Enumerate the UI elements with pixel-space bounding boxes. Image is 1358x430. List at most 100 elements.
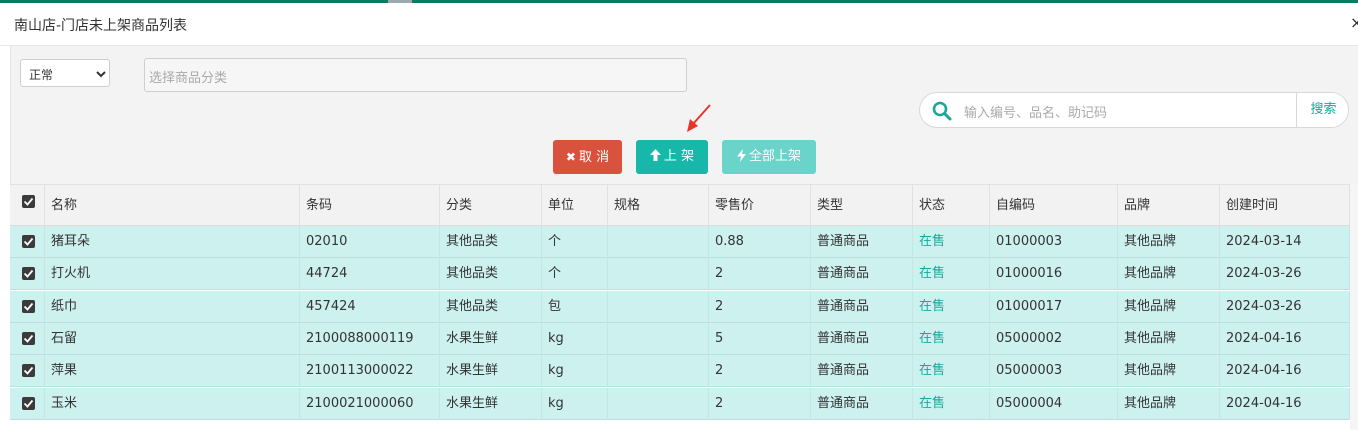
cell-created: 2024-03-26 xyxy=(1220,290,1350,323)
cell-spec xyxy=(608,258,709,291)
cell-code: 01000017 xyxy=(990,290,1118,323)
cell-code: 05000004 xyxy=(990,387,1118,420)
column-header-type[interactable]: 类型 xyxy=(811,185,913,227)
cell-code: 01000003 xyxy=(990,226,1118,258)
status-select[interactable]: 正常 xyxy=(20,59,110,87)
column-header-code[interactable]: 自编码 xyxy=(990,185,1118,227)
row-checkbox-cell xyxy=(10,355,45,388)
cell-name: 纸巾 xyxy=(45,290,300,323)
select-all-checkbox[interactable] xyxy=(22,195,35,208)
close-icon[interactable]: × xyxy=(1350,13,1358,32)
cancel-button-label: 取 消 xyxy=(578,150,610,165)
column-header-unit[interactable]: 单位 xyxy=(542,185,608,227)
category-placeholder: 选择商品分类 xyxy=(149,71,228,86)
cell-barcode: 457424 xyxy=(300,290,440,323)
cell-type: 普通商品 xyxy=(811,355,913,388)
cell-name: 打火机 xyxy=(45,258,300,291)
all-on-shelf-button-label: 全部上架 xyxy=(748,149,801,164)
cell-price: 0.88 xyxy=(709,226,811,258)
table-scrollbar[interactable] xyxy=(1350,184,1358,430)
on-shelf-button-label: 上 架 xyxy=(663,149,695,164)
column-header-category[interactable]: 分类 xyxy=(440,185,542,227)
column-header-brand[interactable]: 品牌 xyxy=(1118,185,1220,227)
cell-category: 其他品类 xyxy=(440,226,542,258)
cell-status: 在售 xyxy=(913,387,990,420)
cell-brand: 其他品牌 xyxy=(1118,290,1220,323)
cell-spec xyxy=(608,322,709,355)
cell-type: 普通商品 xyxy=(811,226,913,258)
cell-created: 2024-04-16 xyxy=(1220,322,1350,355)
table-row[interactable]: 玉米 2100021000060 水果生鲜 kg 2 普通商品 在售 05000004 其他品牌… xyxy=(10,387,1350,420)
cell-created: 2024-04-16 xyxy=(1220,387,1350,420)
cell-price: 5 xyxy=(709,322,811,355)
table-row[interactable]: 萍果 2100113000022 水果生鲜 kg 2 普通商品 在售 05000003 其他品牌… xyxy=(10,355,1350,388)
row-checkbox-cell xyxy=(10,226,45,258)
cell-status: 在售 xyxy=(913,355,990,388)
all-on-shelf-button[interactable]: 全部上架 xyxy=(722,140,816,174)
cell-brand: 其他品牌 xyxy=(1118,226,1220,258)
row-checkbox[interactable] xyxy=(22,267,35,281)
status-select-value: 正常 xyxy=(29,68,54,82)
category-input[interactable]: 选择商品分类 xyxy=(144,58,687,92)
search-input[interactable]: 输入编号、品名、助记码 xyxy=(964,102,1107,121)
cell-category: 水果生鲜 xyxy=(440,322,542,355)
lightning-icon xyxy=(736,149,746,162)
cell-spec xyxy=(608,387,709,420)
cell-category: 水果生鲜 xyxy=(440,355,542,388)
cell-type: 普通商品 xyxy=(811,387,913,420)
row-checkbox-cell xyxy=(10,290,45,323)
cell-name: 猪耳朵 xyxy=(45,226,300,258)
cell-code: 05000003 xyxy=(990,355,1118,388)
cell-barcode: 02010 xyxy=(300,226,440,258)
cell-unit: kg xyxy=(542,355,608,388)
table-row[interactable]: 猪耳朵 02010 其他品类个 0.88 普通商品 在售 01000003 其他品牌 2024-… xyxy=(10,226,1350,258)
table-row[interactable]: 石留 2100088000119 水果生鲜 kg 5 普通商品 在售 05000002 其他品牌… xyxy=(10,322,1350,355)
column-header-price[interactable]: 零售价 xyxy=(709,185,811,227)
cell-barcode: 44724 xyxy=(300,258,440,291)
row-checkbox[interactable] xyxy=(22,235,35,248)
cell-brand: 其他品牌 xyxy=(1118,258,1220,291)
cell-barcode: 2100113000022 xyxy=(300,355,440,388)
cell-price: 2 xyxy=(709,258,811,291)
search-icon xyxy=(932,101,952,121)
column-header-barcode[interactable]: 条码 xyxy=(300,185,440,227)
cell-category: 水果生鲜 xyxy=(440,387,542,420)
row-checkbox[interactable] xyxy=(22,364,35,378)
cell-status: 在售 xyxy=(913,226,990,258)
cell-price: 2 xyxy=(709,355,811,388)
cell-brand: 其他品牌 xyxy=(1118,387,1220,420)
cell-price: 2 xyxy=(709,290,811,323)
on-shelf-button[interactable]: 上 架 xyxy=(636,140,708,174)
row-checkbox[interactable] xyxy=(22,396,35,410)
cell-spec xyxy=(608,226,709,258)
cell-created: 2024-03-26 xyxy=(1220,258,1350,291)
column-header-spec[interactable]: 规格 xyxy=(608,185,709,227)
search-button[interactable]: 搜索 xyxy=(1296,93,1348,127)
cell-type: 普通商品 xyxy=(811,258,913,291)
table-row[interactable]: 纸巾 457424 其他品类包 2 普通商品 在售 01000017 其他品牌 2024-03-… xyxy=(10,290,1350,323)
arrow-up-icon xyxy=(649,149,661,161)
row-checkbox[interactable] xyxy=(22,331,35,345)
cell-created: 2024-03-14 xyxy=(1220,226,1350,258)
cell-name: 石留 xyxy=(45,322,300,355)
close-icon: ✖ xyxy=(565,150,576,164)
cell-status: 在售 xyxy=(913,290,990,323)
table-header: 名称 条码 分类 单位 规格 零售价 类型 状态 自编码 品牌 创建时间 xyxy=(10,184,1350,227)
column-header-status[interactable]: 状态 xyxy=(913,185,990,227)
cell-code: 05000002 xyxy=(990,322,1118,355)
table-row[interactable]: 打火机 44724 其他品类个 2 普通商品 在售 01000016 其他品牌 2024-03-… xyxy=(10,258,1350,291)
cell-unit: 包 xyxy=(542,290,608,323)
cell-code: 01000016 xyxy=(990,258,1118,291)
cell-unit: kg xyxy=(542,387,608,420)
row-checkbox-cell xyxy=(10,387,45,420)
column-header-created[interactable]: 创建时间 xyxy=(1220,185,1350,227)
cell-unit: 个 xyxy=(542,226,608,258)
column-header-name[interactable]: 名称 xyxy=(45,185,300,227)
dialog-titlebar: 南山店-门店未上架商品列表 × xyxy=(0,3,1358,46)
cell-brand: 其他品牌 xyxy=(1118,355,1220,388)
header-checkbox-cell xyxy=(10,185,45,227)
row-checkbox[interactable] xyxy=(22,299,35,313)
cell-barcode: 2100088000119 xyxy=(300,322,440,355)
cell-name: 玉米 xyxy=(45,387,300,420)
cancel-button[interactable]: ✖ 取 消 xyxy=(553,140,622,174)
